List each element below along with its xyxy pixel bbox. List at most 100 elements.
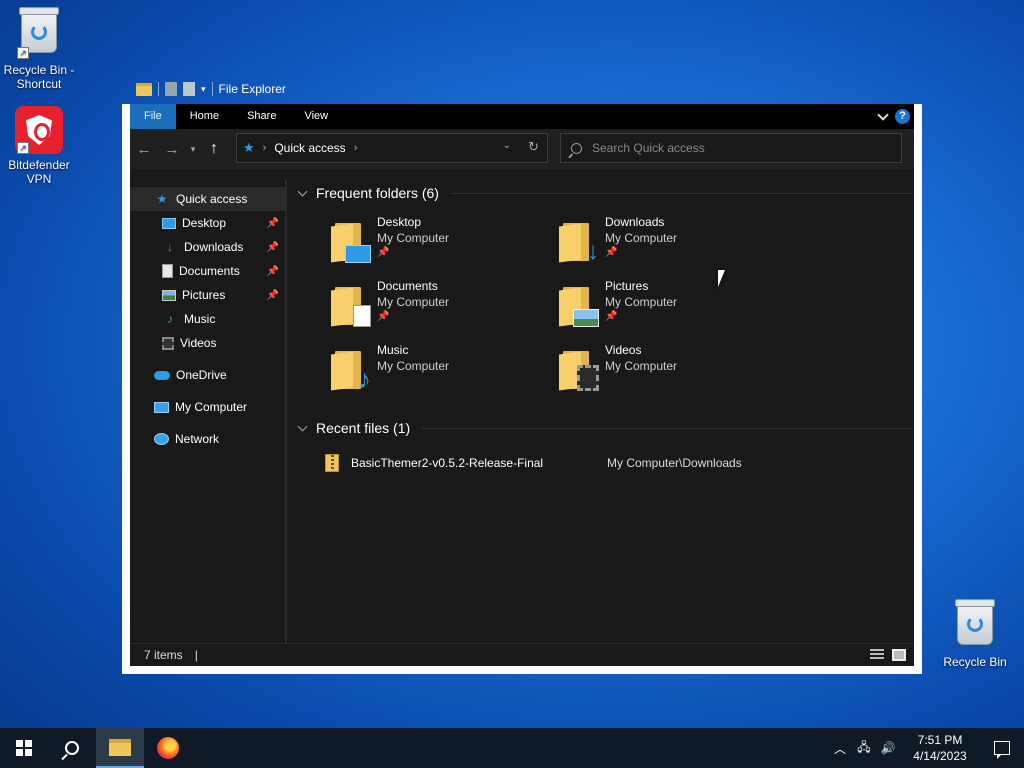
sidebar-item-label: Pictures: [182, 288, 226, 302]
clock-time: 7:51 PM: [917, 733, 963, 747]
recycle-bin-icon: ↗: [15, 7, 63, 59]
folder-icon: ♪: [331, 351, 371, 392]
large-icons-view-icon[interactable]: [892, 649, 906, 661]
document-icon: [162, 264, 173, 278]
help-icon[interactable]: ?: [895, 109, 910, 124]
folder-tile-videos[interactable]: Videos My Computer: [559, 343, 779, 399]
folder-tile-documents[interactable]: Documents My Computer 📌: [331, 279, 551, 335]
sidebar-item-label: Documents: [179, 264, 240, 278]
start-button[interactable]: [0, 728, 48, 768]
sidebar-item-onedrive[interactable]: OneDrive: [130, 363, 285, 387]
recent-files-header[interactable]: Recent files (1): [297, 416, 913, 440]
recycle-bin-icon: [951, 599, 999, 651]
mouse-cursor-icon: [718, 270, 725, 287]
details-view-icon[interactable]: [870, 649, 884, 661]
desktop-icon-label: Recycle Bin: [943, 655, 1007, 669]
sidebar-item-downloads[interactable]: ↓ Downloads 📌: [130, 235, 285, 259]
collapse-chevron-icon[interactable]: [297, 186, 308, 196]
pin-icon: 📌: [266, 289, 279, 301]
search-input[interactable]: Search Quick access: [560, 133, 902, 163]
recent-locations-chevron-icon[interactable]: ▾: [186, 134, 200, 164]
clock[interactable]: 7:51 PM 4/14/2023: [900, 732, 980, 764]
folder-tile-downloads[interactable]: ↓ Downloads My Computer 📌: [559, 215, 779, 271]
folder-icon: [109, 738, 131, 756]
status-bar: 7 items |: [130, 643, 914, 666]
desktop-icon-bitdefender-vpn[interactable]: ↗ Bitdefender VPN: [1, 106, 77, 186]
download-icon: ↓: [167, 240, 173, 254]
divider: [422, 427, 913, 429]
breadcrumb-chevron-icon[interactable]: ›: [354, 142, 358, 154]
picture-icon: [573, 309, 599, 327]
breadcrumb-quick-access[interactable]: Quick access: [274, 141, 345, 155]
back-arrow-icon[interactable]: ←: [130, 134, 158, 164]
collapse-chevron-icon[interactable]: [297, 421, 308, 431]
desktop-icon-label: Bitdefender VPN: [8, 158, 70, 186]
computer-icon: [154, 401, 169, 413]
navigation-bar: ← → ▾ ↑ ★ › Quick access › ⌄ ↻ Search Qu…: [130, 129, 914, 169]
taskbar-search-button[interactable]: [48, 728, 96, 768]
sidebar-item-documents[interactable]: Documents 📌: [130, 259, 285, 283]
ribbon: File Home Share View ?: [130, 104, 914, 129]
tab-file[interactable]: File: [130, 104, 176, 129]
folder-location: My Computer: [377, 359, 450, 373]
folder-name: Documents: [377, 279, 438, 293]
navigation-pane: ★ Quick access Desktop 📌 ↓ Downloads 📌 D…: [130, 179, 287, 643]
customize-toolbar-dropdown-icon[interactable]: ▾: [201, 84, 206, 95]
window-titlebar[interactable]: ▾ File Explorer: [136, 78, 286, 100]
sidebar-item-my-computer[interactable]: My Computer: [130, 395, 285, 419]
pin-icon: 📌: [266, 217, 279, 229]
window-title: File Explorer: [218, 82, 286, 96]
clock-date: 4/14/2023: [913, 749, 967, 763]
tab-share[interactable]: Share: [233, 104, 290, 129]
sidebar-item-videos[interactable]: Videos: [130, 331, 285, 355]
sidebar-item-label: My Computer: [175, 400, 248, 414]
up-arrow-icon[interactable]: ↑: [200, 134, 228, 164]
sidebar-item-pictures[interactable]: Pictures 📌: [130, 283, 285, 307]
action-center-button[interactable]: [980, 741, 1024, 759]
folder-name: Downloads: [605, 215, 665, 229]
desktop-icon-recycle-bin[interactable]: Recycle Bin: [937, 599, 1013, 669]
folder-tile-desktop[interactable]: Desktop My Computer 📌: [331, 215, 551, 271]
new-folder-icon[interactable]: [183, 82, 195, 96]
sidebar-item-desktop[interactable]: Desktop 📌: [130, 211, 285, 235]
divider: [211, 82, 213, 96]
address-dropdown-icon[interactable]: ⌄: [503, 140, 511, 151]
network-icon: [154, 433, 169, 445]
sidebar-item-quick-access[interactable]: ★ Quick access: [130, 187, 285, 211]
refresh-icon[interactable]: ↻: [528, 139, 539, 155]
properties-icon[interactable]: [165, 82, 177, 96]
group-title: Frequent folders (6): [316, 185, 439, 201]
divider: [450, 192, 913, 194]
video-icon: [162, 336, 174, 350]
search-placeholder: Search Quick access: [592, 141, 705, 155]
star-icon: ★: [156, 192, 168, 206]
taskbar-file-explorer[interactable]: [96, 728, 144, 768]
expand-ribbon-chevron-icon[interactable]: [877, 108, 889, 121]
desktop-icon-recycle-bin-shortcut[interactable]: ↗ Recycle Bin - Shortcut: [1, 7, 77, 91]
group-title: Recent files (1): [316, 420, 411, 436]
pin-icon: 📌: [266, 241, 279, 253]
folder-tile-music[interactable]: ♪ Music My Computer: [331, 343, 551, 399]
taskbar-firefox[interactable]: [144, 728, 192, 768]
folder-name: Pictures: [605, 279, 649, 293]
sidebar-item-music[interactable]: ♪ Music: [130, 307, 285, 331]
tab-home[interactable]: Home: [176, 104, 233, 129]
shortcut-arrow-icon: ↗: [17, 47, 29, 59]
pin-icon: 📌: [605, 247, 618, 258]
volume-icon[interactable]: 🔊: [876, 741, 900, 755]
forward-arrow-icon[interactable]: →: [158, 134, 186, 164]
chevron-up-icon[interactable]: ︿: [828, 740, 852, 757]
folder-icon: ↓: [559, 223, 599, 264]
tab-view[interactable]: View: [290, 104, 342, 129]
breadcrumb-chevron-icon[interactable]: ›: [263, 142, 267, 154]
frequent-folders-header[interactable]: Frequent folders (6): [297, 181, 913, 205]
folder-location: My Computer: [377, 295, 450, 309]
sidebar-item-network[interactable]: Network: [130, 427, 285, 451]
recent-file-row[interactable]: BasicThemer2-v0.5.2-Release-Final My Com…: [325, 451, 885, 475]
recent-file-path: My Computer\Downloads: [607, 456, 742, 470]
windows-logo-icon: [16, 740, 32, 756]
network-icon[interactable]: 🖧: [852, 738, 876, 759]
address-bar[interactable]: ★ › Quick access › ⌄ ↻: [236, 133, 548, 163]
folder-tile-pictures[interactable]: Pictures My Computer 📌: [559, 279, 779, 335]
pin-icon: 📌: [266, 265, 279, 277]
